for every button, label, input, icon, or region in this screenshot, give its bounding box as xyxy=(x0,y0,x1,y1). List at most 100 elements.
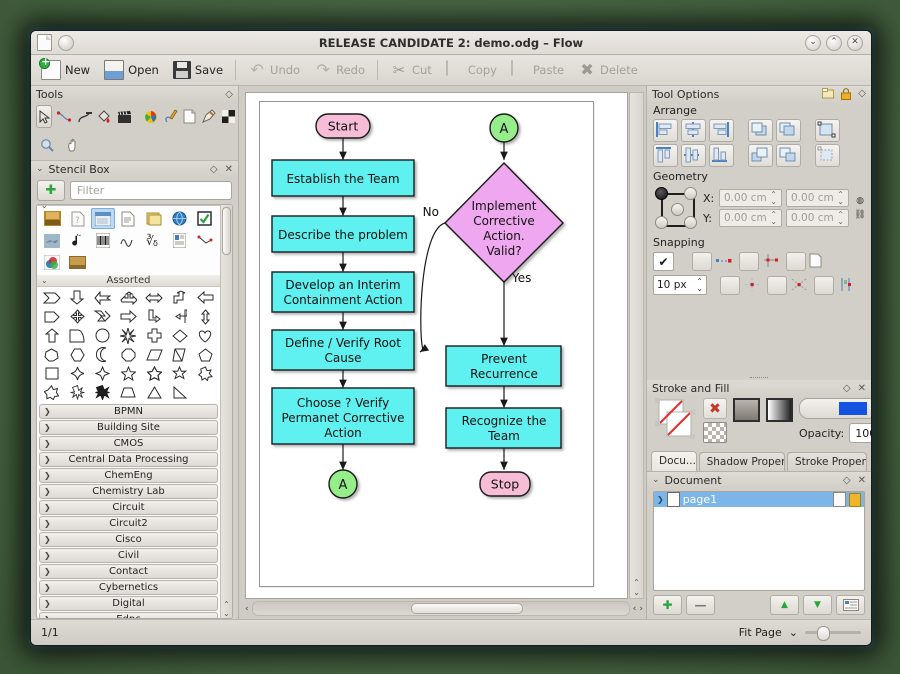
align-right-button[interactable] xyxy=(709,119,734,142)
canvas-horizontal-scrollbar[interactable] xyxy=(251,601,630,616)
stencil-color-spheres[interactable] xyxy=(40,252,64,273)
anchor-point-selector[interactable] xyxy=(655,187,697,229)
shape-triangle[interactable] xyxy=(141,383,167,402)
zoom-slider[interactable] xyxy=(805,626,861,641)
drawing-page[interactable]: Start Establish the Team Describe the pr… xyxy=(259,101,594,587)
geometry-y1-input[interactable]: 0.00 cm ⌃ ⌄ xyxy=(719,209,782,227)
shape-right-triangle[interactable] xyxy=(167,383,193,402)
scroll-prev-icon[interactable]: ‹ xyxy=(633,604,637,614)
stencil-vertical-scrollbar[interactable]: ⌃ ⌄ xyxy=(220,205,232,618)
zoom-magnifier-tool[interactable] xyxy=(36,134,59,157)
pattern-fill-button[interactable] xyxy=(703,422,727,443)
scrollbar-thumb[interactable] xyxy=(222,207,231,255)
bezier-line-tool[interactable] xyxy=(55,105,73,128)
zoom-slider-thumb[interactable] xyxy=(817,626,830,641)
close-button[interactable]: ✕ xyxy=(847,34,863,51)
stencil-list-item[interactable]: ❯Edpc xyxy=(39,612,218,618)
stencil-list-item[interactable]: ❯ Circuit2 xyxy=(39,516,218,531)
stencil-music-note[interactable] xyxy=(65,230,89,251)
ungroup-button[interactable] xyxy=(815,144,840,167)
shape-hexagon[interactable] xyxy=(65,345,91,364)
stencil-list-item[interactable]: ❯ Circuit xyxy=(39,500,218,515)
stencil-window-stencil[interactable] xyxy=(90,208,116,229)
shape-arrow-double-horizontal[interactable] xyxy=(141,288,167,307)
snap-to-intersection-toggle[interactable] xyxy=(767,275,787,295)
scroll-up-icon[interactable]: ⌃ xyxy=(223,600,230,609)
stencil-list-item[interactable]: ❯ Cybernetics xyxy=(39,580,218,595)
align-bottom-button[interactable] xyxy=(709,144,734,167)
tool-options-config-icon[interactable]: ◇ xyxy=(858,88,866,100)
bring-to-front-button[interactable] xyxy=(748,119,773,142)
canvas-vertical-scrollbar[interactable]: ⌃ ⌄ xyxy=(629,92,644,599)
gradient-fill-button[interactable] xyxy=(766,398,793,422)
anchor-top-left[interactable] xyxy=(655,187,668,200)
stencil-list-item[interactable]: ❯ Civil xyxy=(39,548,218,563)
shape-star-8-thin[interactable] xyxy=(65,383,91,402)
color-combo[interactable]: ⌄ xyxy=(799,398,871,419)
page-tool[interactable] xyxy=(182,105,197,128)
document-tree[interactable]: ❯ page1 xyxy=(653,491,865,591)
shape-pentagon-tag[interactable] xyxy=(39,307,65,326)
shape-heart[interactable] xyxy=(192,326,218,345)
shape-cross-plus[interactable] xyxy=(141,326,167,345)
shape-diamond[interactable] xyxy=(167,326,193,345)
assorted-group-bar[interactable]: ⌄ Assorted xyxy=(37,275,220,287)
ratio-lock-icon[interactable]: ◍ xyxy=(856,196,864,206)
shape-arrow-zigzag-right[interactable] xyxy=(90,307,116,326)
align-left-button[interactable] xyxy=(653,119,678,142)
remove-page-button[interactable]: — xyxy=(686,595,715,615)
tab-stroke-properties[interactable]: Stroke Proper... xyxy=(786,452,867,471)
stencil-polyline-red[interactable] xyxy=(193,230,217,251)
snap-to-page-toggle[interactable] xyxy=(786,252,806,271)
stencil-wave-curve[interactable] xyxy=(116,230,140,251)
send-to-back-button[interactable] xyxy=(776,119,801,142)
scroll-left-icon[interactable]: ‹ xyxy=(245,604,249,614)
tab-shadow-properties[interactable]: Shadow Proper... xyxy=(698,452,785,471)
shape-octagon[interactable] xyxy=(116,345,142,364)
minimize-button[interactable]: ⌄ xyxy=(805,34,821,51)
tab-document[interactable]: Docu... xyxy=(651,451,697,471)
anchor-center[interactable] xyxy=(670,202,684,216)
stencil-list-item[interactable]: ❯ Digital xyxy=(39,596,218,611)
snap-to-guide-toggle[interactable] xyxy=(739,252,759,271)
add-page-button[interactable]: ✚ xyxy=(653,595,682,615)
shape-arrow-bent-right[interactable] xyxy=(141,307,167,326)
window-menu-icon[interactable] xyxy=(58,34,74,51)
dock-splitter[interactable] xyxy=(647,375,871,380)
stencil-globe[interactable] xyxy=(167,208,191,229)
collections-group-bar[interactable]: ⌄ xyxy=(37,205,220,210)
shape-trapezoid-skew[interactable] xyxy=(167,345,193,364)
move-up-button[interactable]: ▲ xyxy=(770,595,799,615)
shape-star-burst-8[interactable] xyxy=(116,326,142,345)
delete-button[interactable]: ✖ Delete xyxy=(572,59,644,81)
opacity-input[interactable]: 100.00 ⌄ xyxy=(849,423,871,443)
arrow-select-tool[interactable] xyxy=(36,105,52,128)
raise-one-step-button[interactable] xyxy=(748,144,773,167)
stencil-notes-stack[interactable] xyxy=(142,208,166,229)
stencil-filter-input[interactable]: Filter xyxy=(70,181,232,200)
shape-star-7-point[interactable] xyxy=(192,364,218,383)
shape-star-4-point[interactable] xyxy=(65,364,91,383)
stroke-fill-close-icon[interactable]: ✕ xyxy=(858,383,866,394)
shape-arrow-bent-up[interactable] xyxy=(167,288,193,307)
redo-button[interactable]: ↷ Redo xyxy=(308,59,371,81)
chevron-down-icon[interactable]: ⌄ xyxy=(789,626,798,639)
shape-pentagon[interactable] xyxy=(192,345,218,364)
shape-star-8-filled[interactable] xyxy=(90,383,116,402)
page-properties-button[interactable] xyxy=(836,595,865,615)
document-row-page1[interactable]: ❯ page1 xyxy=(654,492,864,507)
save-button[interactable]: Save xyxy=(167,59,229,81)
snap-to-grid-toggle[interactable] xyxy=(720,275,740,295)
flat-color-button[interactable] xyxy=(733,398,760,422)
document-config-icon[interactable]: ◇ xyxy=(843,475,851,486)
shape-arrow-down-block[interactable] xyxy=(65,288,91,307)
geometry-x1-input[interactable]: 0.00 cm ⌃ ⌄ xyxy=(719,189,782,207)
shape-arrow-double-vertical[interactable] xyxy=(192,307,218,326)
magnet-connector-tool[interactable] xyxy=(76,105,93,128)
stencil-world-map[interactable] xyxy=(40,230,64,251)
shape-arrow-split-both[interactable] xyxy=(116,288,142,307)
move-down-button[interactable]: ▼ xyxy=(803,595,832,615)
snap-distance-input[interactable]: 10 px ⌃ ⌄ xyxy=(653,275,707,295)
shape-star-6-point[interactable] xyxy=(167,364,193,383)
shape-quarter-pie[interactable] xyxy=(65,326,91,345)
